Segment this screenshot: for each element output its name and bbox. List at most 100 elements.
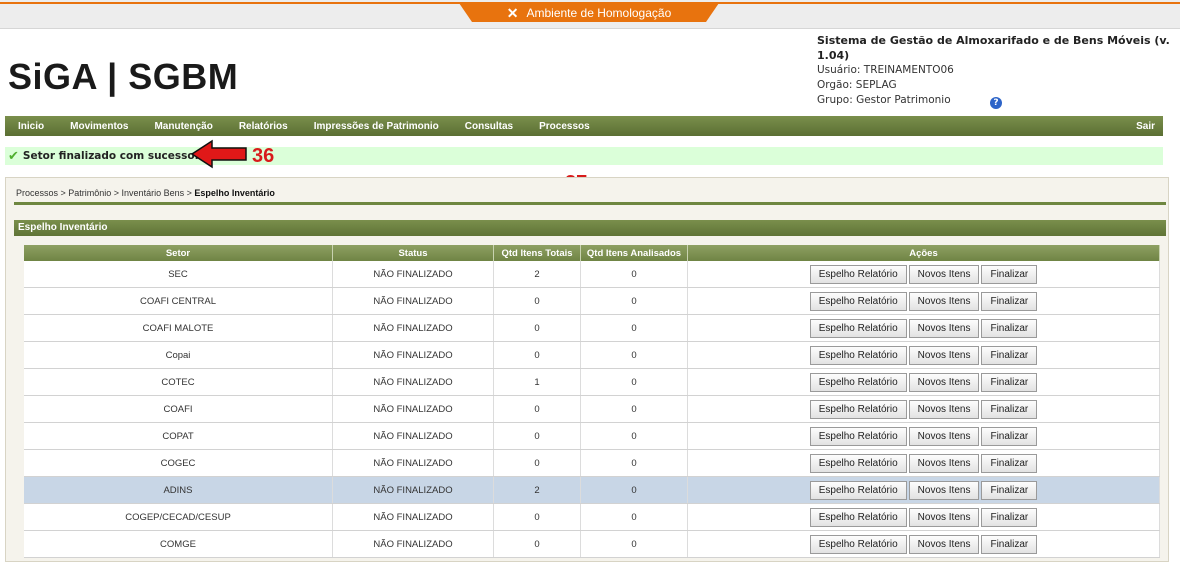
finalizar-button[interactable]: Finalizar — [981, 534, 1038, 554]
menu-item-relatorios[interactable]: Relatórios — [226, 121, 301, 132]
setor-cell: COGEP/CECAD/CESUP — [24, 503, 333, 531]
qtd-totais-cell: 1 — [493, 368, 581, 396]
status-cell: NÃO FINALIZADO — [332, 368, 494, 396]
novos-itens-button[interactable]: Novos Itens — [908, 399, 980, 419]
table-row[interactable]: COAFI CENTRAL NÃO FINALIZADO 0 0 Espelho Rel… — [24, 287, 1160, 315]
qtd-analisados-cell: 0 — [580, 368, 688, 396]
qtd-analisados-cell: 0 — [580, 287, 688, 315]
finalizar-button[interactable]: Finalizar — [981, 372, 1038, 392]
menu-item-manutencao[interactable]: Manutenção — [141, 121, 225, 132]
table-row[interactable]: COAFI MALOTE NÃO FINALIZADO 0 0 Espelho Rela… — [24, 314, 1160, 342]
table-row[interactable]: COPAT NÃO FINALIZADO 0 0 Espelho Relatório No… — [24, 422, 1160, 450]
qtd-analisados-cell: 0 — [580, 530, 688, 558]
table-row[interactable]: COMGE NÃO FINALIZADO 0 0 Espelho Relatório No… — [24, 530, 1160, 558]
table-row[interactable]: COGEP/CECAD/CESUP NÃO FINALIZADO 0 0 Espelho… — [24, 503, 1160, 531]
novos-itens-button[interactable]: Novos Itens — [908, 534, 980, 554]
novos-itens-button[interactable]: Novos Itens — [908, 426, 980, 446]
col-qtd-analisados: Qtd Itens Analisados — [580, 245, 688, 261]
espelho-relatorio-button[interactable]: Espelho Relatório — [809, 399, 907, 419]
qtd-analisados-cell: 0 — [580, 449, 688, 477]
finalizar-button[interactable]: Finalizar — [981, 345, 1038, 365]
qtd-analisados-cell: 0 — [580, 314, 688, 342]
novos-itens-button[interactable]: Novos Itens — [908, 480, 980, 500]
menu-item-movimentos[interactable]: Movimentos — [57, 121, 141, 132]
actions-cell: Espelho Relatório Novos Itens Finalizar — [687, 341, 1160, 369]
menu-item-inicio[interactable]: Inicio — [5, 121, 57, 132]
qtd-totais-cell: 0 — [493, 314, 581, 342]
novos-itens-button[interactable]: Novos Itens — [908, 345, 980, 365]
table-row[interactable]: COGEC NÃO FINALIZADO 0 0 Espelho Relatório No… — [24, 449, 1160, 477]
menu-item-impressoes[interactable]: Impressões de Patrimonio — [301, 121, 452, 132]
finalizar-button[interactable]: Finalizar — [981, 453, 1038, 473]
setor-cell: COAFI — [24, 395, 333, 423]
menu-item-consultas[interactable]: Consultas — [452, 121, 526, 132]
espelho-relatorio-button[interactable]: Espelho Relatório — [809, 480, 907, 500]
qtd-totais-cell: 0 — [493, 395, 581, 423]
breadcrumb-current: Espelho Inventário — [194, 188, 275, 198]
table-row[interactable]: COAFI NÃO FINALIZADO 0 0 Espelho Relatório No… — [24, 395, 1160, 423]
finalizar-button[interactable]: Finalizar — [981, 264, 1038, 284]
help-icon[interactable]: ? — [990, 97, 1002, 109]
setor-cell: COAFI CENTRAL — [24, 287, 333, 315]
espelho-relatorio-button[interactable]: Espelho Relatório — [809, 534, 907, 554]
novos-itens-button[interactable]: Novos Itens — [908, 318, 980, 338]
qtd-analisados-cell: 0 — [580, 422, 688, 450]
finalizar-button[interactable]: Finalizar — [981, 507, 1038, 527]
espelho-relatorio-button[interactable]: Espelho Relatório — [809, 507, 907, 527]
novos-itens-button[interactable]: Novos Itens — [908, 291, 980, 311]
finalizar-button[interactable]: Finalizar — [981, 480, 1038, 500]
tools-icon: ✕ — [506, 4, 519, 21]
success-message: ✔ Setor finalizado com sucesso. — [5, 147, 1163, 165]
check-icon: ✔ — [8, 148, 19, 164]
novos-itens-button[interactable]: Novos Itens — [908, 453, 980, 473]
status-cell: NÃO FINALIZADO — [332, 422, 494, 450]
finalizar-button[interactable]: Finalizar — [981, 291, 1038, 311]
novos-itens-button[interactable]: Novos Itens — [908, 264, 980, 284]
col-acoes: Ações — [687, 245, 1160, 261]
actions-cell: Espelho Relatório Novos Itens Finalizar — [687, 503, 1160, 531]
user-info: Usuário: TREINAMENTO06 — [817, 64, 954, 76]
table-row[interactable]: COTEC NÃO FINALIZADO 1 0 Espelho Relatório No… — [24, 368, 1160, 396]
system-title: Sistema de Gestão de Almoxarifado e de B… — [817, 34, 1170, 62]
status-cell: NÃO FINALIZADO — [332, 449, 494, 477]
qtd-analisados-cell: 0 — [580, 261, 688, 288]
setor-cell: COGEC — [24, 449, 333, 477]
actions-cell: Espelho Relatório Novos Itens Finalizar — [687, 287, 1160, 315]
espelho-relatorio-button[interactable]: Espelho Relatório — [809, 426, 907, 446]
finalizar-button[interactable]: Finalizar — [981, 318, 1038, 338]
table-row[interactable]: ADINS NÃO FINALIZADO 2 0 Espelho Relatório No… — [24, 476, 1160, 504]
main-menu: Inicio Movimentos Manutenção Relatórios … — [5, 116, 1163, 136]
status-cell: NÃO FINALIZADO — [332, 287, 494, 315]
setor-cell: COAFI MALOTE — [24, 314, 333, 342]
status-cell: NÃO FINALIZADO — [332, 341, 494, 369]
actions-cell: Espelho Relatório Novos Itens Finalizar — [687, 261, 1160, 288]
menu-item-processos[interactable]: Processos — [526, 121, 603, 132]
finalizar-button[interactable]: Finalizar — [981, 399, 1038, 419]
setor-cell: COMGE — [24, 530, 333, 558]
espelho-relatorio-button[interactable]: Espelho Relatório — [809, 453, 907, 473]
section-title: Espelho Inventário — [14, 220, 1166, 236]
novos-itens-button[interactable]: Novos Itens — [908, 507, 980, 527]
actions-cell: Espelho Relatório Novos Itens Finalizar — [687, 530, 1160, 558]
status-cell: NÃO FINALIZADO — [332, 395, 494, 423]
setor-cell: ADINS — [24, 476, 333, 504]
logout-link[interactable]: Sair — [1123, 121, 1163, 132]
espelho-relatorio-button[interactable]: Espelho Relatório — [809, 318, 907, 338]
novos-itens-button[interactable]: Novos Itens — [908, 372, 980, 392]
espelho-relatorio-button[interactable]: Espelho Relatório — [809, 372, 907, 392]
table-row[interactable]: SEC NÃO FINALIZADO 2 0 Espelho Relatório Novo… — [24, 261, 1160, 288]
espelho-relatorio-button[interactable]: Espelho Relatório — [809, 291, 907, 311]
qtd-totais-cell: 2 — [493, 476, 581, 504]
espelho-relatorio-button[interactable]: Espelho Relatório — [809, 264, 907, 284]
setor-cell: Copai — [24, 341, 333, 369]
finalizar-button[interactable]: Finalizar — [981, 426, 1038, 446]
espelho-relatorio-button[interactable]: Espelho Relatório — [809, 345, 907, 365]
setor-cell: COPAT — [24, 422, 333, 450]
success-message-text: Setor finalizado com sucesso. — [22, 150, 199, 162]
setor-cell: COTEC — [24, 368, 333, 396]
table-row[interactable]: Copai NÃO FINALIZADO 0 0 Espelho Relatório No… — [24, 341, 1160, 369]
breadcrumb-path[interactable]: Processos > Patrimônio > Inventário Bens… — [16, 188, 194, 198]
qtd-analisados-cell: 0 — [580, 476, 688, 504]
qtd-analisados-cell: 0 — [580, 503, 688, 531]
col-setor: Setor — [24, 245, 333, 261]
